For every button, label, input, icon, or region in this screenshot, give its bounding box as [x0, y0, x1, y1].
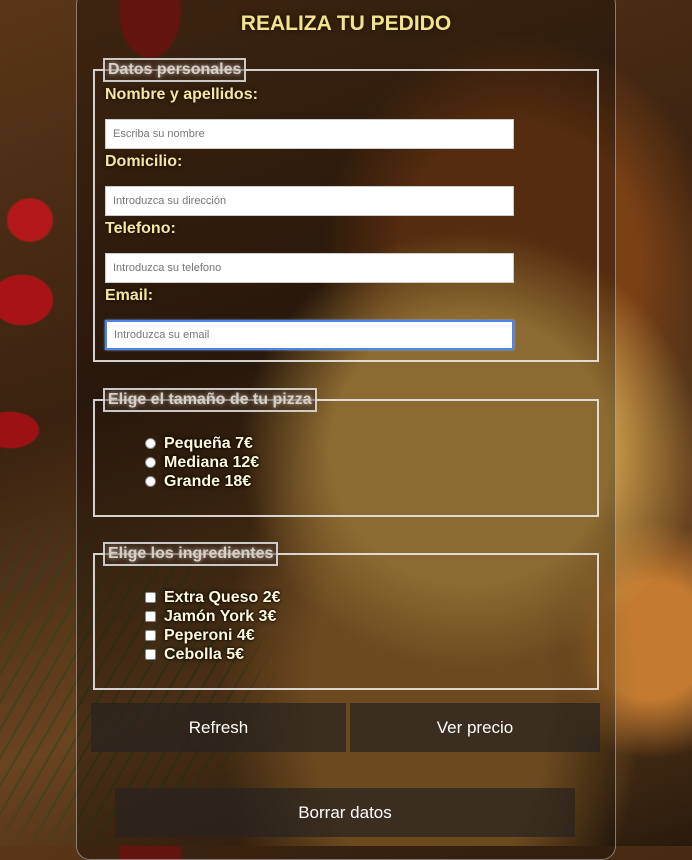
ingredient-option-onion[interactable]: Cebolla 5€	[145, 645, 244, 664]
ingredient-option-ham[interactable]: Jamón York 3€	[145, 607, 276, 626]
size-medium-radio[interactable]	[145, 457, 156, 468]
ingredient-ham-label: Jamón York 3€	[164, 607, 277, 625]
ingredient-pepperoni-label: Peperoni 4€	[164, 626, 255, 644]
address-label: Domicilio:	[105, 153, 183, 170]
size-option-large[interactable]: Grande 18€	[145, 472, 251, 491]
ingredient-option-cheese[interactable]: Extra Queso 2€	[145, 588, 281, 607]
email-input[interactable]	[105, 320, 514, 350]
size-option-medium[interactable]: Mediana 12€	[145, 453, 259, 472]
ingredient-cheese-checkbox[interactable]	[145, 592, 156, 603]
phone-label: Telefono:	[105, 220, 176, 237]
size-small-radio[interactable]	[145, 438, 156, 449]
pizza-size-legend: Elige el tamaño de tu pizza	[103, 388, 317, 412]
ingredient-cheese-label: Extra Queso 2€	[164, 588, 281, 606]
name-label: Nombre y apellidos:	[105, 86, 258, 103]
ingredient-ham-checkbox[interactable]	[145, 611, 156, 622]
email-label: Email:	[105, 287, 154, 304]
ingredients-legend: Elige los ingredientes	[103, 542, 279, 566]
form-title: REALIZA TU PEDIDO	[240, 12, 452, 35]
size-large-radio[interactable]	[145, 476, 156, 487]
borrar-datos-button[interactable]: Borrar datos	[115, 788, 575, 837]
ingredient-pepperoni-checkbox[interactable]	[145, 630, 156, 641]
refresh-button[interactable]: Refresh	[91, 703, 346, 752]
size-medium-label: Mediana 12€	[164, 453, 260, 471]
address-input[interactable]	[105, 186, 514, 216]
ingredient-onion-checkbox[interactable]	[145, 649, 156, 660]
ingredient-onion-label: Cebolla 5€	[164, 645, 245, 663]
size-option-small[interactable]: Pequeña 7€	[145, 434, 253, 453]
size-small-label: Pequeña 7€	[164, 434, 253, 452]
size-large-label: Grande 18€	[164, 472, 252, 490]
ver-precio-button[interactable]: Ver precio	[350, 703, 600, 752]
name-input[interactable]	[105, 119, 514, 149]
personal-data-legend: Datos personales	[103, 58, 247, 82]
ingredient-option-pepperoni[interactable]: Peperoni 4€	[145, 626, 255, 645]
phone-input[interactable]	[105, 253, 514, 283]
